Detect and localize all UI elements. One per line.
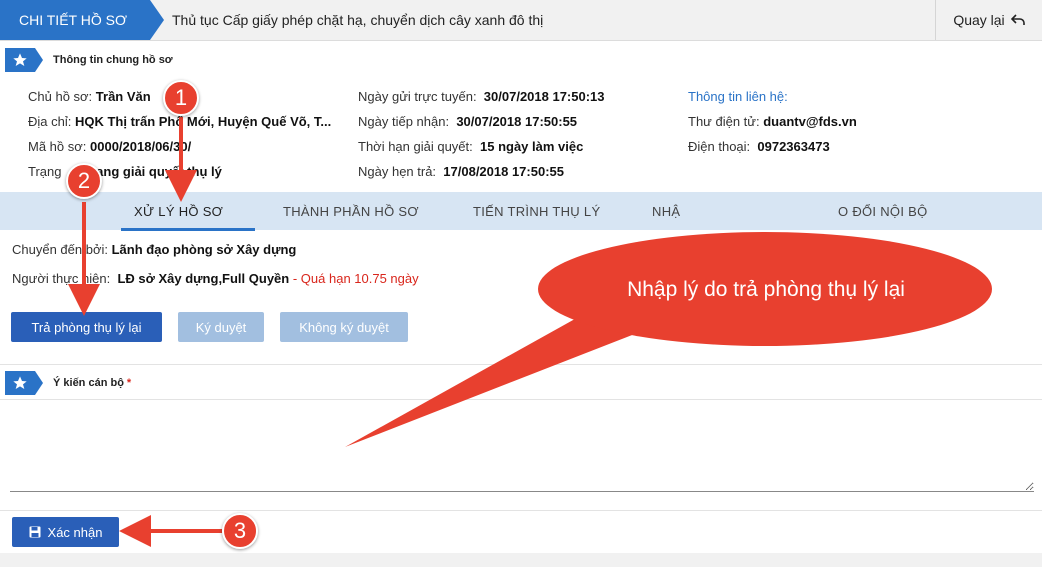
due-date-label: Ngày hẹn trả:	[358, 164, 437, 179]
tab-log[interactable]: NHẬ	[652, 192, 680, 230]
transferred-from-row: Chuyển đến bởi: Lãnh đạo phòng sở Xây dự…	[12, 242, 296, 257]
opinion-textarea[interactable]	[10, 400, 1034, 492]
opinion-title: Ý kiến cán bộ *	[53, 371, 131, 395]
phone-value: 0972363473	[757, 139, 830, 154]
owner-row: Chủ hồ sơ: Trần Văn	[28, 89, 151, 104]
code-value: 0000/2018/06/30/	[90, 139, 192, 154]
duration-row: Thời hạn giải quyết: 15 ngày làm việc	[358, 139, 583, 154]
confirm-label: Xác nhận	[47, 524, 103, 540]
transferred-from-label: Chuyển đến bởi:	[12, 242, 108, 257]
owner-value: Trần Văn	[95, 89, 151, 104]
due-date-row: Ngày hẹn trả: 17/08/2018 17:50:55	[358, 164, 564, 179]
back-label: Quay lại	[953, 12, 1005, 28]
breadcrumb[interactable]: CHI TIẾT HỒ SƠ	[0, 0, 150, 40]
address-row: Địa chỉ: HQK Thị trấn Phố Mới, Huyện Quế…	[28, 114, 331, 129]
footer-strip	[0, 553, 1042, 567]
receive-date-row: Ngày tiếp nhận: 30/07/2018 17:50:55	[358, 114, 577, 129]
tab-processing[interactable]: XỬ LÝ HỒ SƠ	[134, 192, 223, 230]
address-value: HQK Thị trấn Phố Mới, Huyện Quế Võ, T...	[74, 114, 332, 129]
step-2-marker: 2	[66, 163, 102, 199]
transferred-from-value: Lãnh đạo phòng sở Xây dựng	[111, 242, 297, 257]
executor-row: Người thực hiện: LĐ sở Xây dựng,Full Quy…	[12, 271, 419, 286]
confirm-button[interactable]: Xác nhận	[12, 517, 119, 547]
star-icon	[13, 53, 27, 66]
footer-divider	[0, 510, 1042, 511]
due-date-value: 17/08/2018 17:50:55	[443, 164, 564, 179]
submit-date-value: 30/07/2018 17:50:13	[483, 89, 605, 104]
required-mark: *	[126, 377, 132, 389]
tab-bar: XỬ LÝ HỒ SƠ THÀNH PHẦN HỒ SƠ TIẾN TRÌNH …	[0, 192, 1042, 230]
submit-date-row: Ngày gửi trực tuyến: 30/07/2018 17:50:13	[358, 89, 605, 104]
tab-internal-exchange[interactable]: O ĐỔI NỘI BỘ	[838, 192, 928, 230]
tab-documents[interactable]: THÀNH PHẦN HỒ SƠ	[283, 192, 419, 230]
address-label: Địa chỉ:	[28, 114, 72, 129]
receive-date-value: 30/07/2018 17:50:55	[456, 114, 578, 129]
save-icon	[29, 526, 41, 538]
code-label: Mã hồ sơ:	[28, 139, 87, 154]
undo-icon	[1010, 14, 1025, 25]
owner-label: Chủ hồ sơ:	[28, 89, 93, 104]
page-title: Thủ tục Cấp giấy phép chặt hạ, chuyển dị…	[172, 12, 544, 28]
duration-value: 15 ngày làm việc	[480, 139, 584, 154]
star-icon	[13, 376, 27, 389]
step-3-marker: 3	[222, 513, 258, 549]
status-row: Trạng Đang giải quyết thụ lý	[28, 164, 222, 179]
tab-progress[interactable]: TIẾN TRÌNH THỤ LÝ	[473, 192, 600, 230]
back-button[interactable]: Quay lại	[935, 0, 1042, 40]
bubble-text: Nhập lý do trả phòng thụ lý lại	[627, 278, 905, 301]
email-row: Thư điện tử: duantv@fds.vn	[688, 114, 857, 129]
breadcrumb-label: CHI TIẾT HỒ SƠ	[19, 12, 127, 28]
top-bar: CHI TIẾT HỒ SƠ Thủ tục Cấp giấy phép chặ…	[0, 0, 1042, 41]
section-title: Thông tin chung hồ sơ	[53, 54, 173, 66]
receive-date-label: Ngày tiếp nhận:	[358, 114, 450, 129]
email-value: duantv@fds.vn	[763, 114, 857, 129]
approve-button[interactable]: Ký duyệt	[178, 312, 264, 342]
breadcrumb-arrow	[150, 0, 164, 40]
submit-date-label: Ngày gửi trực tuyến:	[358, 89, 477, 104]
opinion-section-header: Ý kiến cán bộ *	[0, 371, 1042, 395]
phone-row: Điện thoại: 0972363473	[688, 139, 830, 154]
return-to-processing-button[interactable]: Trả phòng thụ lý lại	[11, 312, 162, 342]
section-star-badge	[5, 371, 43, 395]
executor-label: Người thực hiện:	[12, 271, 111, 286]
email-label: Thư điện tử:	[688, 114, 760, 129]
overdue-text: - Quá hạn 10.75 ngày	[292, 271, 419, 286]
step-1-marker: 1	[163, 80, 199, 116]
status-value: Đang giải quyết thụ lý	[86, 164, 222, 179]
section-star-badge	[5, 48, 43, 72]
general-section-header: Thông tin chung hồ sơ	[0, 48, 1042, 72]
section-divider	[0, 364, 1042, 365]
duration-label: Thời hạn giải quyết:	[358, 139, 473, 154]
status-label: Trạng	[28, 164, 62, 179]
contact-info-link[interactable]: Thông tin liên hệ:	[688, 89, 788, 104]
active-tab-indicator	[121, 228, 255, 231]
code-row: Mã hồ sơ: 0000/2018/06/30/	[28, 139, 191, 154]
phone-label: Điện thoại:	[688, 139, 751, 154]
reject-approval-button[interactable]: Không ký duyệt	[280, 312, 408, 342]
opinion-title-text: Ý kiến cán bộ	[53, 377, 124, 389]
executor-value: LĐ sở Xây dựng,Full Quyền	[117, 271, 290, 286]
